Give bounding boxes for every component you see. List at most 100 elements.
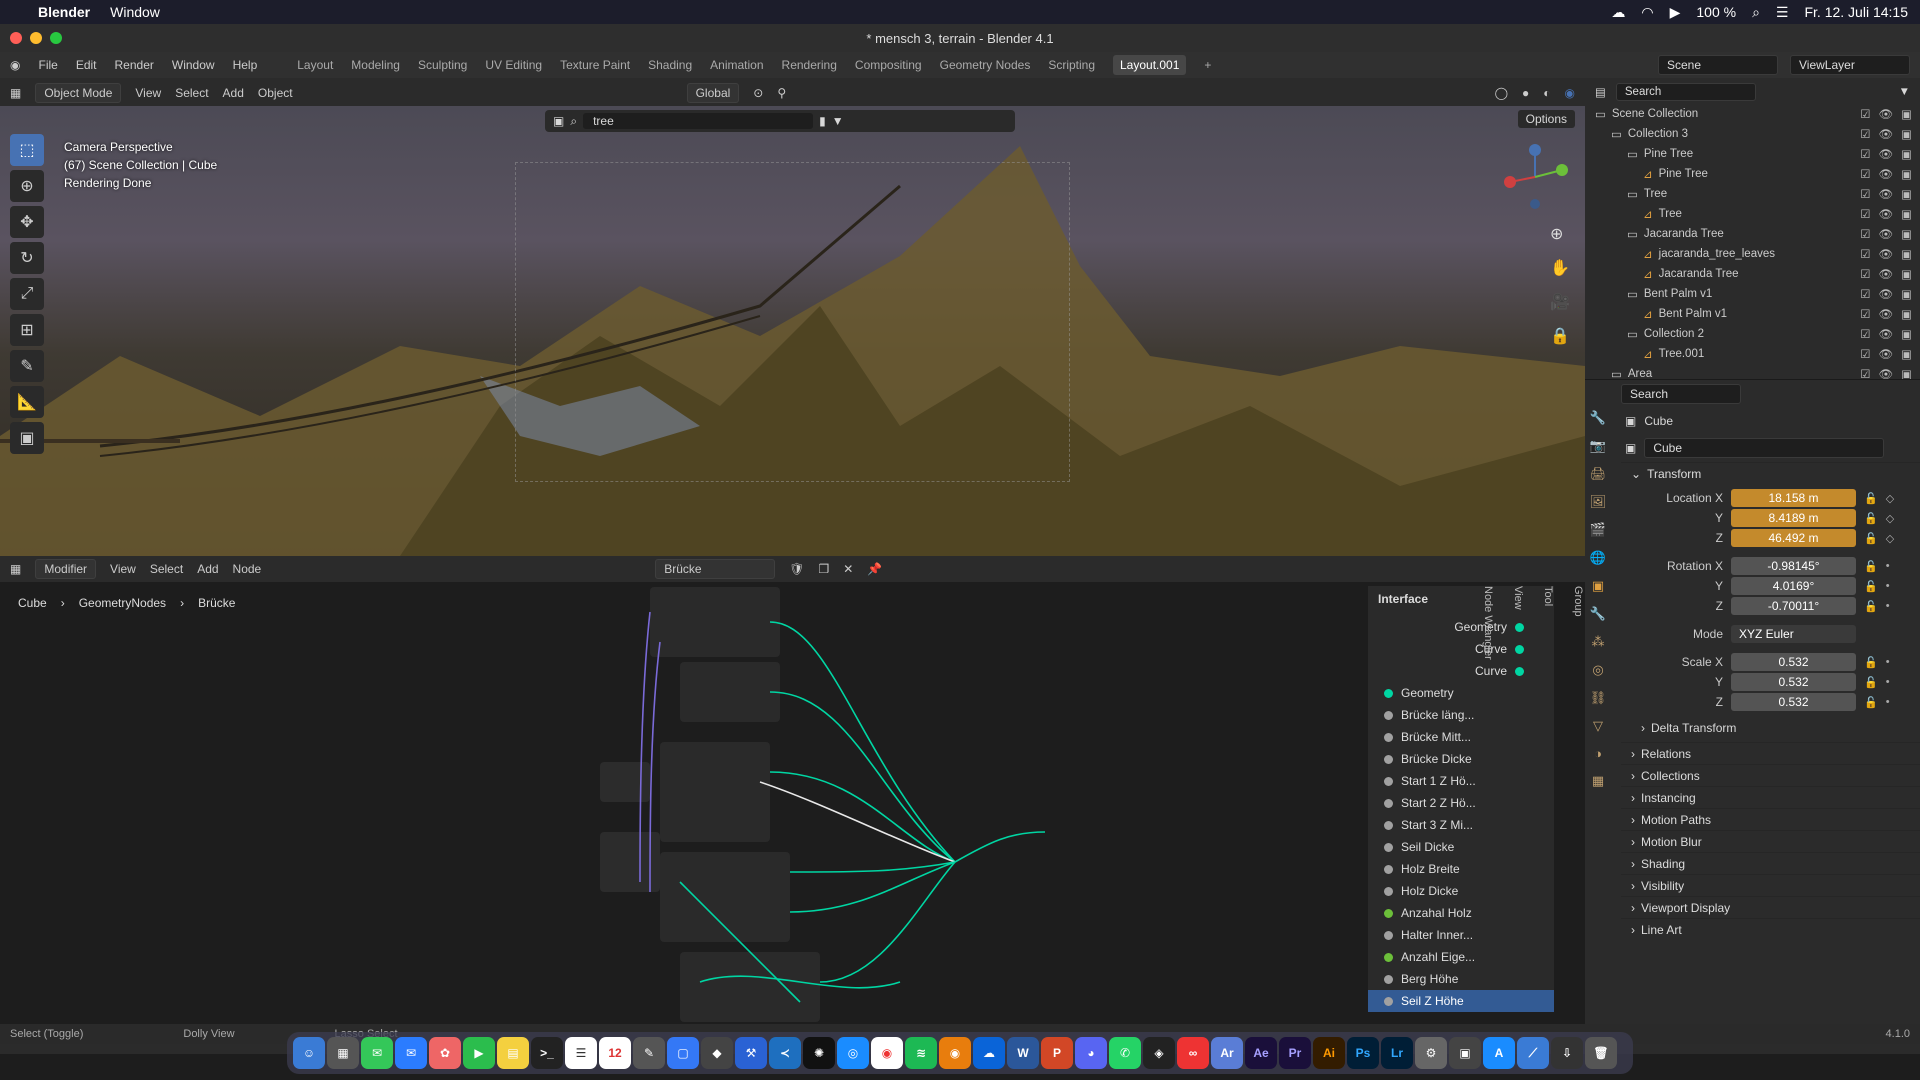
app-menu[interactable]: Blender — [38, 4, 90, 20]
measure-icon[interactable]: 📐 — [10, 386, 44, 418]
rotate-icon[interactable]: ↻ — [10, 242, 44, 274]
object-tab-icon[interactable]: ▣ — [1592, 578, 1604, 594]
tab-scripting[interactable]: Scripting — [1048, 58, 1095, 72]
vscode-icon[interactable]: ≺ — [769, 1037, 801, 1069]
zoom-button[interactable] — [50, 32, 62, 44]
menu-select[interactable]: Select — [175, 86, 208, 100]
camera-icon[interactable]: ▣ — [1901, 367, 1912, 379]
socket-input[interactable]: Geometry — [1368, 682, 1554, 704]
cloud-icon[interactable]: ☁ — [1611, 4, 1625, 21]
delta-transform-subpanel[interactable]: › Delta Transform — [1621, 718, 1920, 738]
options-button[interactable]: Options — [1517, 110, 1575, 128]
location-z-field[interactable]: 46.492 m — [1731, 529, 1856, 547]
eye-icon[interactable]: 👁 — [1879, 327, 1894, 341]
eye-icon[interactable]: 👁 — [1879, 107, 1894, 121]
mail-icon[interactable]: ✉ — [395, 1037, 427, 1069]
socket-output[interactable]: Curve — [1368, 660, 1554, 682]
socket-input[interactable]: Anzahal Holz — [1368, 902, 1554, 924]
eye-icon[interactable]: 👁 — [1879, 127, 1894, 141]
scale-z-field[interactable]: 0.532 — [1731, 693, 1856, 711]
outliner-row[interactable]: ⊿ Pine Tree ☑ 👁 ▣ — [1585, 164, 1920, 184]
camera-icon[interactable]: ▣ — [1901, 247, 1912, 261]
socket-input[interactable]: Brücke Mitt... — [1368, 726, 1554, 748]
panel-header[interactable]: › Visibility — [1621, 874, 1920, 896]
properties-search-input[interactable]: Search — [1621, 384, 1741, 404]
navigation-gizmo[interactable] — [1500, 142, 1570, 212]
location-y-field[interactable]: 8.4189 m — [1731, 509, 1856, 527]
menu-window[interactable]: Window — [172, 58, 215, 72]
data-tab-icon[interactable]: ▽ — [1593, 718, 1603, 734]
tab-shading[interactable]: Shading — [648, 58, 692, 72]
shading-material-icon[interactable]: ◐ — [1543, 86, 1550, 100]
facetime-icon[interactable]: ▶ — [463, 1037, 495, 1069]
after-effects-icon[interactable]: Ae — [1245, 1037, 1277, 1069]
socket-input[interactable]: Anzahl Eige... — [1368, 946, 1554, 968]
minimize-button[interactable] — [30, 32, 42, 44]
app-store-icon[interactable]: A — [1483, 1037, 1515, 1069]
keyframe-dot-icon[interactable]: • — [1886, 560, 1890, 573]
checkbox-icon[interactable]: ☑ — [1860, 187, 1870, 201]
outliner-row[interactable]: ⊿ jacaranda_tree_leaves ☑ 👁 ▣ — [1585, 244, 1920, 264]
xcode-instruments-icon[interactable]: ⟋ — [1517, 1037, 1549, 1069]
socket-output[interactable]: Curve — [1368, 638, 1554, 660]
menu-object[interactable]: Object — [258, 86, 293, 100]
interface-title[interactable]: Interface — [1368, 586, 1554, 612]
transform-icon[interactable]: ⊞ — [10, 314, 44, 346]
outliner-row[interactable]: ▭ Pine Tree ☑ 👁 ▣ — [1585, 144, 1920, 164]
checkbox-icon[interactable]: ☑ — [1860, 227, 1870, 241]
panel-header[interactable]: › Shading — [1621, 852, 1920, 874]
illustrator-icon[interactable]: Ai — [1313, 1037, 1345, 1069]
eye-icon[interactable]: 👁 — [1879, 347, 1894, 361]
eye-icon[interactable]: 👁 — [1879, 147, 1894, 161]
select-box-icon[interactable]: ⬚ — [10, 134, 44, 166]
tab-modeling[interactable]: Modeling — [351, 58, 400, 72]
panel-header[interactable]: › Collections — [1621, 764, 1920, 786]
outliner-row[interactable]: ⊿ Jacaranda Tree ☑ 👁 ▣ — [1585, 264, 1920, 284]
onedrive-icon[interactable]: ☁ — [973, 1037, 1005, 1069]
checkbox-icon[interactable]: ☑ — [1860, 287, 1870, 301]
pin-icon[interactable]: 📌 — [867, 562, 882, 576]
eye-icon[interactable]: 👁 — [1879, 227, 1894, 241]
transform-panel-header[interactable]: ⌄ Transform — [1621, 462, 1920, 484]
eye-icon[interactable]: 👁 — [1879, 267, 1894, 281]
system-settings-icon[interactable]: ⚙ — [1415, 1037, 1447, 1069]
keyframe-dot-icon[interactable]: • — [1886, 656, 1890, 669]
photoshop-icon[interactable]: Ps — [1347, 1037, 1379, 1069]
output-tab-icon[interactable]: 🖨 — [1590, 466, 1607, 482]
tab-tool[interactable]: Tool — [1542, 586, 1554, 660]
rotation-z-field[interactable]: -0.70011° — [1731, 597, 1856, 615]
lock-icon[interactable]: 🔓 — [1864, 696, 1878, 709]
keyframe-icon[interactable]: ◇ — [1886, 512, 1894, 525]
camera-icon[interactable]: ▣ — [1901, 327, 1912, 341]
outliner-row[interactable]: ▭ Area ☑ 👁 ▣ — [1585, 364, 1920, 379]
camera-icon[interactable]: ▣ — [1901, 167, 1912, 181]
move-icon[interactable]: ✥ — [10, 206, 44, 238]
astro-icon[interactable]: Ar — [1211, 1037, 1243, 1069]
blender-logo-icon[interactable]: ◉ — [10, 58, 20, 72]
tool-tab-icon[interactable]: 🔧 — [1590, 410, 1606, 426]
material-tab-icon[interactable]: ◑ — [1594, 746, 1602, 761]
notes-icon[interactable]: ▤ — [497, 1037, 529, 1069]
camera-icon[interactable]: ▣ — [1901, 347, 1912, 361]
pivot-icon[interactable]: ⊙ — [753, 86, 763, 100]
view-layer-field[interactable]: ViewLayer — [1790, 55, 1910, 75]
tab-view[interactable]: View — [1512, 586, 1524, 660]
shading-wireframe-icon[interactable]: ◯ — [1495, 86, 1508, 100]
tab-layout[interactable]: Layout — [297, 58, 333, 72]
editor-type-icon[interactable]: ▤ — [1595, 85, 1606, 99]
camera-icon[interactable]: ▣ — [1901, 307, 1912, 321]
filter-icon[interactable]: ▼ — [1899, 86, 1910, 98]
camera-icon[interactable]: ▣ — [1901, 107, 1912, 121]
physics-tab-icon[interactable]: ◎ — [1592, 662, 1603, 678]
lock-icon[interactable]: 🔒 — [1550, 326, 1570, 346]
spotify-icon[interactable]: ≋ — [905, 1037, 937, 1069]
checkbox-icon[interactable]: ☑ — [1860, 147, 1870, 161]
add-workspace-icon[interactable]: + — [1204, 58, 1211, 72]
rotation-y-field[interactable]: 4.0169° — [1731, 577, 1856, 595]
checkbox-icon[interactable]: ☑ — [1860, 107, 1870, 121]
lock-icon[interactable]: 🔓 — [1864, 532, 1878, 545]
camera-icon[interactable]: ▣ — [1901, 147, 1912, 161]
chatgpt-icon[interactable]: ✺ — [803, 1037, 835, 1069]
checkbox-icon[interactable]: ☑ — [1860, 267, 1870, 281]
location-x-field[interactable]: 18.158 m — [1731, 489, 1856, 507]
